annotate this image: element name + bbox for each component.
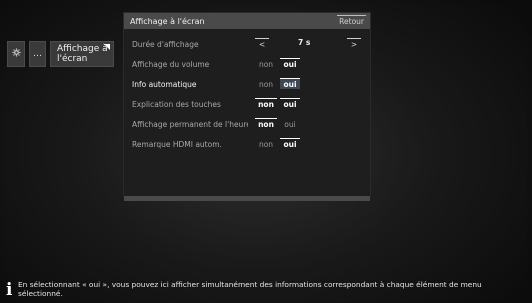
current-crumb[interactable]: Affichage à l'écran — [50, 41, 114, 67]
option-non[interactable]: non — [255, 58, 277, 69]
panel-bottom-strip — [124, 196, 370, 201]
setting-row[interactable]: Remarque HDMI autom. non oui — [124, 134, 370, 154]
ellipsis-crumb[interactable]: … — [29, 41, 46, 67]
setting-row[interactable]: Info automatique non oui — [124, 74, 370, 94]
setting-row[interactable]: Durée d'affichage <7 s > — [124, 34, 370, 54]
setting-label: Explication des touches — [132, 99, 221, 109]
gear-icon — [11, 48, 21, 60]
ellipsis-label: … — [33, 49, 42, 59]
info-bar: i En sélectionnant « oui », vous pouvez … — [0, 279, 532, 303]
setting-row[interactable]: Affichage permanent de l'heure non oui — [124, 114, 370, 134]
panel-header: Affichage à l'écran Retour — [124, 13, 370, 29]
option-non[interactable]: non — [255, 78, 277, 89]
osd-settings-panel: Affichage à l'écran Retour Durée d'affic… — [124, 13, 370, 196]
panel-title: Affichage à l'écran — [130, 16, 205, 26]
option-oui[interactable]: oui — [280, 98, 300, 109]
decrease-button[interactable]: < — [255, 38, 269, 49]
setting-label: Remarque HDMI autom. — [132, 139, 222, 149]
setting-row[interactable]: Explication des touches non oui — [124, 94, 370, 114]
option-oui[interactable]: oui — [280, 118, 300, 129]
settings-crumb[interactable] — [7, 41, 25, 67]
option-oui[interactable]: oui — [280, 138, 300, 149]
setting-label: Affichage du volume — [132, 59, 210, 69]
settings-list: Durée d'affichage <7 s > Affichage du volum… — [124, 29, 370, 154]
option-non[interactable]: non — [255, 98, 277, 109]
setting-label: Info automatique — [132, 79, 197, 89]
option-non[interactable]: non — [255, 118, 277, 129]
info-icon: i — [6, 280, 13, 300]
back-button[interactable]: Retour — [337, 15, 366, 27]
increase-button[interactable]: > — [347, 38, 361, 49]
setting-row[interactable]: Affichage du volume non oui — [124, 54, 370, 74]
breadcrumb: … Affichage à l'écran — [7, 41, 114, 67]
option-oui[interactable]: oui — [280, 58, 300, 69]
setting-label: Durée d'affichage — [132, 39, 199, 49]
setting-label: Affichage permanent de l'heure — [132, 119, 248, 129]
current-crumb-label: Affichage à l'écran — [57, 44, 108, 64]
info-text: En sélectionnant « oui », vous pouvez ic… — [18, 280, 482, 298]
duration-value: 7 s — [298, 38, 311, 47]
option-oui[interactable]: oui — [280, 78, 300, 89]
option-non[interactable]: non — [255, 138, 277, 149]
